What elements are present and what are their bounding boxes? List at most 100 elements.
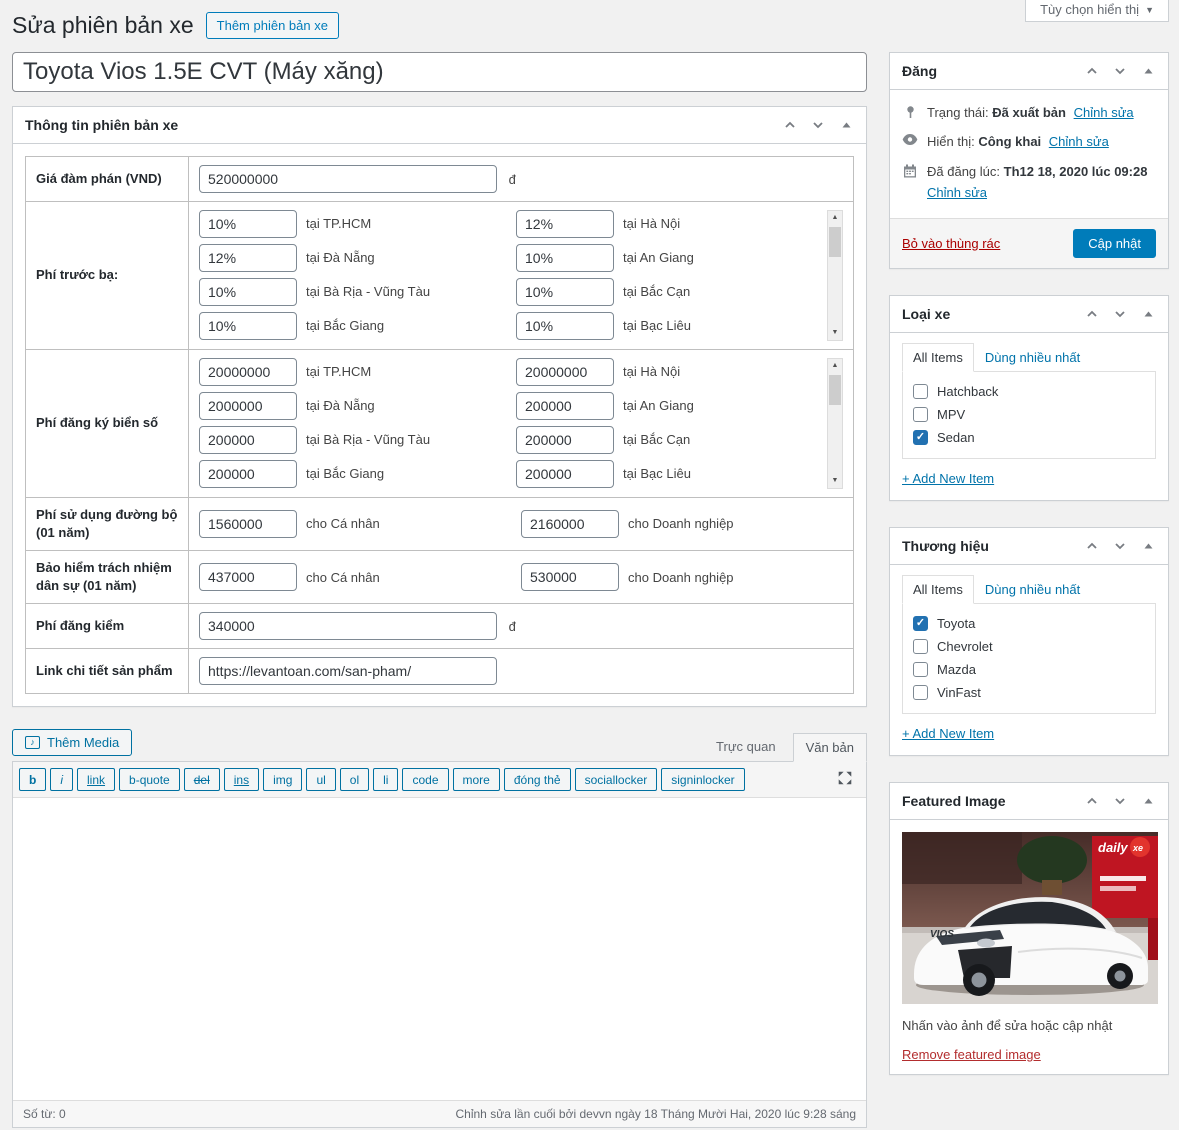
add-new-version-button[interactable]: Thêm phiên bản xe (206, 12, 339, 39)
move-down-icon[interactable] (1106, 300, 1134, 328)
scroll-up-icon[interactable]: ▲ (828, 211, 842, 225)
fee-input[interactable] (199, 426, 297, 454)
quicktag-img[interactable]: img (263, 768, 302, 791)
term-row-sedan[interactable]: Sedan (903, 426, 1155, 449)
quicktag-signinlocker[interactable]: signinlocker (661, 768, 744, 791)
move-up-icon[interactable] (1078, 300, 1106, 328)
checkbox[interactable] (913, 407, 928, 422)
remove-featured-image-link[interactable]: Remove featured image (902, 1047, 1041, 1062)
add-new-term-link[interactable]: + Add New Item (902, 726, 994, 741)
featured-image-thumbnail[interactable]: daily xe (902, 832, 1158, 1004)
term-row-mazda[interactable]: Mazda (903, 658, 1155, 681)
screen-options-button[interactable]: Tùy chọn hiển thị ▼ (1025, 0, 1169, 22)
term-row-vinfast[interactable]: VinFast (903, 681, 1155, 704)
fee-input[interactable] (516, 358, 614, 386)
edit-visibility-link[interactable]: Chỉnh sửa (1049, 134, 1109, 149)
toggle-panel-icon[interactable] (1134, 300, 1162, 328)
checkbox[interactable] (913, 685, 928, 700)
tab-text[interactable]: Văn bản (793, 733, 867, 762)
move-up-icon[interactable] (1078, 787, 1106, 815)
featured-image-header[interactable]: Featured Image (890, 783, 1168, 820)
fullscreen-icon[interactable] (828, 765, 862, 794)
add-media-button[interactable]: ♪ Thêm Media (12, 729, 132, 756)
quicktag-ol[interactable]: ol (340, 768, 369, 791)
insurance-business-input[interactable] (521, 563, 619, 591)
move-down-icon[interactable] (1106, 57, 1134, 85)
publish-metabox-header[interactable]: Đăng (890, 53, 1168, 90)
fee-input[interactable] (516, 460, 614, 488)
quicktag-close-tags[interactable]: đóng thẻ (504, 768, 571, 791)
term-row-chevrolet[interactable]: Chevrolet (903, 635, 1155, 658)
fee-input[interactable] (199, 278, 297, 306)
move-down-icon[interactable] (1106, 532, 1134, 560)
scrollbar-thumb[interactable] (829, 375, 841, 405)
fee-input[interactable] (199, 460, 297, 488)
quicktag-sociallocker[interactable]: sociallocker (575, 768, 658, 791)
tab-all-items[interactable]: All Items (902, 343, 974, 372)
checkbox-checked[interactable] (913, 430, 928, 445)
quicktag-italic[interactable]: i (50, 768, 73, 791)
brand-header[interactable]: Thương hiệu (890, 528, 1168, 565)
checkbox[interactable] (913, 384, 928, 399)
fee-input[interactable] (199, 244, 297, 272)
move-down-icon[interactable] (1106, 787, 1134, 815)
quicktag-bold[interactable]: b (19, 768, 46, 791)
scrollbar-thumb[interactable] (829, 227, 841, 257)
fee-input[interactable] (516, 426, 614, 454)
quicktag-li[interactable]: li (373, 768, 398, 791)
edit-published-link[interactable]: Chỉnh sửa (927, 183, 987, 203)
quicktag-ins[interactable]: ins (224, 768, 259, 791)
move-down-icon[interactable] (804, 111, 832, 139)
post-title-input[interactable] (12, 52, 867, 92)
road-fee-personal-input[interactable] (199, 510, 297, 538)
toggle-panel-icon[interactable] (1134, 787, 1162, 815)
insurance-personal-input[interactable] (199, 563, 297, 591)
checkbox[interactable] (913, 662, 928, 677)
fee-input[interactable] (516, 312, 614, 340)
quicktag-ul[interactable]: ul (306, 768, 335, 791)
price-input[interactable] (199, 165, 497, 193)
tab-visual[interactable]: Trực quan (703, 732, 789, 761)
road-fee-business-input[interactable] (521, 510, 619, 538)
move-up-icon[interactable] (776, 111, 804, 139)
fee-input[interactable] (199, 312, 297, 340)
quicktag-more[interactable]: more (453, 768, 500, 791)
checkbox[interactable] (913, 639, 928, 654)
fee-input[interactable] (516, 392, 614, 420)
term-row-mpv[interactable]: MPV (903, 403, 1155, 426)
fee-input[interactable] (199, 358, 297, 386)
scrollbar[interactable]: ▲ ▼ (827, 210, 843, 341)
fee-input[interactable] (516, 278, 614, 306)
vehicle-type-header[interactable]: Loại xe (890, 296, 1168, 333)
quicktag-del[interactable]: del (184, 768, 220, 791)
scroll-up-icon[interactable]: ▲ (828, 359, 842, 373)
term-row-toyota[interactable]: Toyota (903, 612, 1155, 635)
fee-input[interactable] (516, 210, 614, 238)
quicktag-link[interactable]: link (77, 768, 115, 791)
fee-input[interactable] (199, 392, 297, 420)
update-button[interactable]: Cập nhật (1073, 229, 1156, 258)
scroll-down-icon[interactable]: ▼ (828, 326, 842, 340)
inspection-fee-input[interactable] (199, 612, 497, 640)
post-content-textarea[interactable] (13, 798, 866, 1100)
toggle-panel-icon[interactable] (832, 111, 860, 139)
fee-input[interactable] (516, 244, 614, 272)
add-new-term-link[interactable]: + Add New Item (902, 471, 994, 486)
move-to-trash-link[interactable]: Bỏ vào thùng rác (902, 236, 1000, 251)
info-metabox-header[interactable]: Thông tin phiên bản xe (13, 107, 866, 144)
scroll-down-icon[interactable]: ▼ (828, 474, 842, 488)
checkbox-checked[interactable] (913, 616, 928, 631)
quicktag-code[interactable]: code (402, 768, 448, 791)
toggle-panel-icon[interactable] (1134, 532, 1162, 560)
fee-input[interactable] (199, 210, 297, 238)
tab-most-used[interactable]: Dùng nhiều nhất (974, 343, 1091, 372)
tab-all-items[interactable]: All Items (902, 575, 974, 604)
quicktag-blockquote[interactable]: b-quote (119, 768, 180, 791)
move-up-icon[interactable] (1078, 57, 1106, 85)
tab-most-used[interactable]: Dùng nhiều nhất (974, 575, 1091, 604)
edit-status-link[interactable]: Chỉnh sửa (1074, 105, 1134, 120)
toggle-panel-icon[interactable] (1134, 57, 1162, 85)
scrollbar[interactable]: ▲ ▼ (827, 358, 843, 489)
term-row-hatchback[interactable]: Hatchback (903, 380, 1155, 403)
product-link-input[interactable] (199, 657, 497, 685)
